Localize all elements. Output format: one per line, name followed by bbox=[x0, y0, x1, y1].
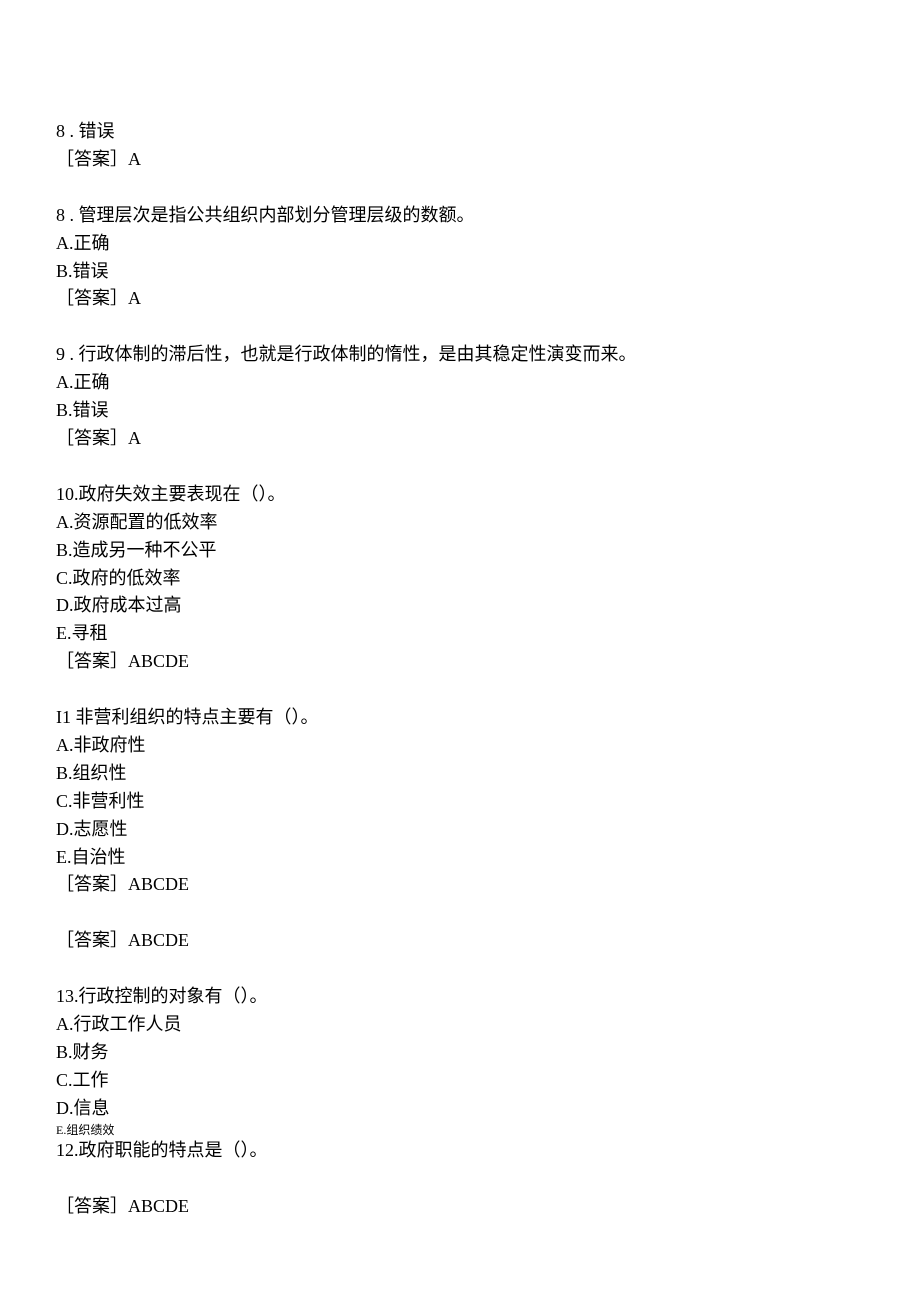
question-block: 8 . 管理层次是指公共组织内部划分管理层级的数额。A.正确B.错误［答案］A bbox=[56, 202, 864, 314]
question-block: ［答案］ABCDE bbox=[56, 927, 864, 955]
text-line: ［答案］A bbox=[56, 146, 864, 174]
text-line: A.正确 bbox=[56, 369, 864, 397]
question-block: 10.政府失效主要表现在（）。A.资源配置的低效率B.造成另一种不公平C.政府的… bbox=[56, 481, 864, 676]
text-line: 9 . 行政体制的滞后性，也就是行政体制的惰性，是由其稳定性演变而来。 bbox=[56, 341, 864, 369]
text-line: ［答案］ABCDE bbox=[56, 1193, 864, 1221]
text-line: ［答案］ABCDE bbox=[56, 648, 864, 676]
text-line: C.工作 bbox=[56, 1067, 864, 1095]
text-line: E.组织绩效 bbox=[56, 1123, 864, 1137]
text-line: 8 . 错误 bbox=[56, 118, 864, 146]
text-line: B.造成另一种不公平 bbox=[56, 537, 864, 565]
question-block: 13.行政控制的对象有（）。A.行政工作人员B.财务C.工作D.信息E.组织绩效… bbox=[56, 983, 864, 1165]
text-line: B.错误 bbox=[56, 258, 864, 286]
text-line: ［答案］ABCDE bbox=[56, 927, 864, 955]
text-line: ［答案］ABCDE bbox=[56, 871, 864, 899]
text-line: B.错误 bbox=[56, 397, 864, 425]
text-line: B.财务 bbox=[56, 1039, 864, 1067]
text-line: E.自治性 bbox=[56, 844, 864, 872]
text-line: 12.政府职能的特点是（）。 bbox=[56, 1137, 864, 1165]
text-line: 13.行政控制的对象有（）。 bbox=[56, 983, 864, 1011]
text-line: I1 非营利组织的特点主要有（）。 bbox=[56, 704, 864, 732]
question-block: 9 . 行政体制的滞后性，也就是行政体制的惰性，是由其稳定性演变而来。A.正确B… bbox=[56, 341, 864, 453]
text-line: A.行政工作人员 bbox=[56, 1011, 864, 1039]
text-line: 10.政府失效主要表现在（）。 bbox=[56, 481, 864, 509]
text-line: E.寻租 bbox=[56, 620, 864, 648]
text-line: C.政府的低效率 bbox=[56, 565, 864, 593]
text-line: ［答案］A bbox=[56, 285, 864, 313]
text-line: ［答案］A bbox=[56, 425, 864, 453]
question-block: 8 . 错误［答案］A bbox=[56, 118, 864, 174]
text-line: B.组织性 bbox=[56, 760, 864, 788]
question-block: I1 非营利组织的特点主要有（）。A.非政府性B.组织性C.非营利性D.志愿性E… bbox=[56, 704, 864, 899]
document-content: 8 . 错误［答案］A8 . 管理层次是指公共组织内部划分管理层级的数额。A.正… bbox=[56, 118, 864, 1221]
text-line: A.资源配置的低效率 bbox=[56, 509, 864, 537]
text-line: A.正确 bbox=[56, 230, 864, 258]
text-line: A.非政府性 bbox=[56, 732, 864, 760]
text-line: D.政府成本过高 bbox=[56, 592, 864, 620]
text-line: 8 . 管理层次是指公共组织内部划分管理层级的数额。 bbox=[56, 202, 864, 230]
text-line: D.志愿性 bbox=[56, 816, 864, 844]
text-line: D.信息 bbox=[56, 1095, 864, 1123]
question-block: ［答案］ABCDE bbox=[56, 1193, 864, 1221]
text-line: C.非营利性 bbox=[56, 788, 864, 816]
